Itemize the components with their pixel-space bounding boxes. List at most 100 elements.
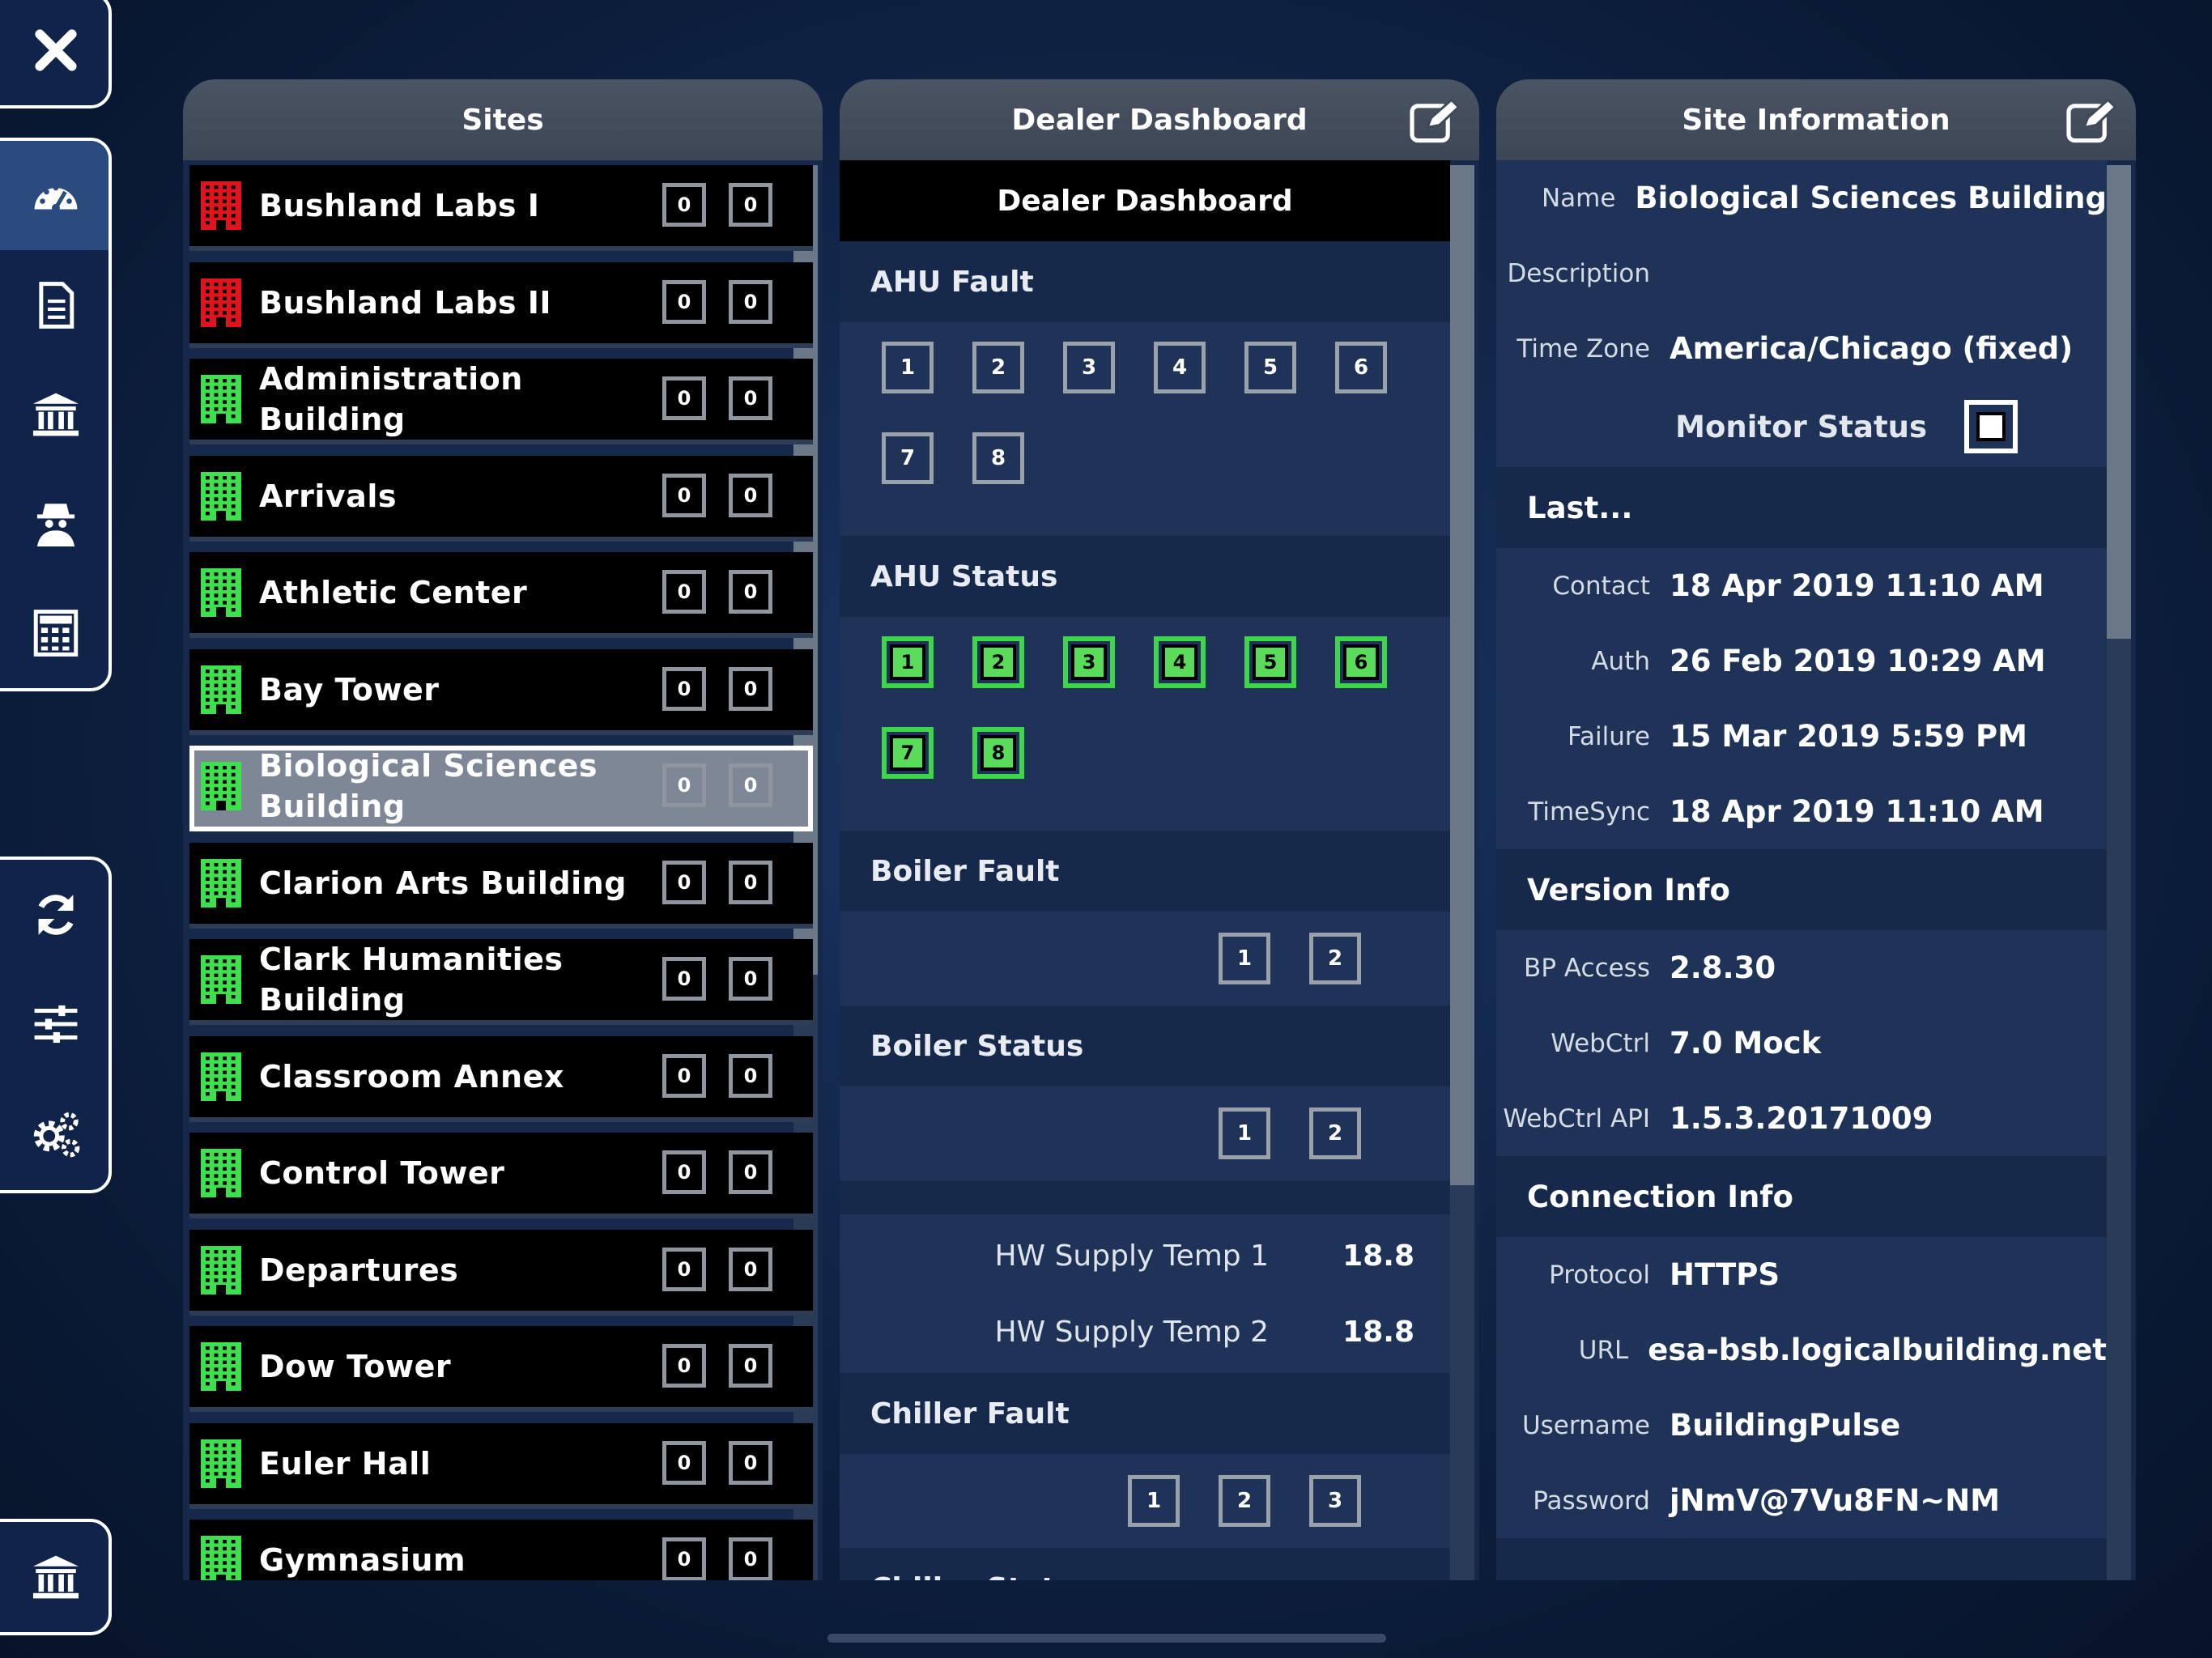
building-status-icon	[201, 1245, 241, 1295]
alarm-count-badge[interactable]: 0	[662, 1247, 706, 1291]
point-indicator[interactable]: 8	[972, 432, 1024, 484]
site-list-item[interactable]: Bushland Labs II 0 0	[189, 261, 813, 348]
point-indicator[interactable]: 2	[1309, 1107, 1361, 1159]
fault-count-badge[interactable]: 0	[729, 1537, 772, 1580]
site-list-item[interactable]: Control Tower 0 0	[189, 1133, 813, 1218]
fault-count-badge[interactable]: 0	[729, 957, 772, 1001]
close-button[interactable]	[0, 0, 108, 105]
info-value: BuildingPulse	[1670, 1408, 1901, 1443]
site-list-item[interactable]: Gymnasium 0 0	[189, 1520, 813, 1580]
alarm-count-badge[interactable]: 0	[662, 1440, 706, 1485]
point-indicator[interactable]: 7	[882, 432, 934, 484]
nav-users[interactable]	[0, 469, 108, 578]
site-list-item[interactable]: Clarion Arts Building 0 0	[189, 842, 813, 929]
fault-count-badge[interactable]: 0	[729, 376, 772, 420]
fault-count-badge[interactable]: 0	[729, 763, 772, 807]
alarm-count-badge[interactable]: 0	[662, 1537, 706, 1580]
fault-count-badge[interactable]: 0	[729, 666, 772, 711]
site-list-item[interactable]: Departures 0 0	[189, 1229, 813, 1316]
nav-dashboard[interactable]	[0, 141, 108, 250]
point-indicator[interactable]: 2	[1309, 933, 1361, 984]
close-icon	[35, 29, 77, 71]
home-indicator[interactable]	[827, 1634, 1386, 1643]
point-indicator[interactable]: 4	[1154, 342, 1206, 393]
status-indicator-on[interactable]: 2	[972, 636, 1024, 688]
fault-count-badge[interactable]: 0	[729, 473, 772, 517]
building-status-icon	[201, 665, 241, 714]
alarm-count-badge[interactable]: 0	[662, 957, 706, 1001]
edit-icon[interactable]	[2065, 99, 2118, 144]
point-indicator[interactable]: 1	[1219, 933, 1270, 984]
fault-count-badge[interactable]: 0	[729, 279, 772, 324]
nav-sites[interactable]	[0, 359, 108, 469]
site-list-item[interactable]: Euler Hall 0 0	[189, 1422, 813, 1509]
site-list-item[interactable]: Dow Tower 0 0	[189, 1326, 813, 1412]
status-indicator-on[interactable]: 7	[882, 727, 934, 779]
fault-count-badge[interactable]: 0	[729, 1344, 772, 1388]
fault-count-badge[interactable]: 0	[729, 570, 772, 614]
nav-reports[interactable]	[0, 250, 108, 359]
site-list-item[interactable]: Athletic Center 0 0	[189, 552, 813, 638]
point-indicator[interactable]: 3	[1309, 1475, 1361, 1527]
refresh-button[interactable]	[0, 860, 108, 969]
site-list-item[interactable]: Classroom Annex 0 0	[189, 1035, 813, 1122]
dashboard-scroll-thumb[interactable]	[1450, 165, 1474, 1185]
alarm-count-badge[interactable]: 0	[662, 1053, 706, 1098]
info-row: Protocol HTTPS	[1496, 1237, 2107, 1312]
alarm-count-badge[interactable]: 0	[662, 279, 706, 324]
status-indicator-on[interactable]: 6	[1335, 636, 1387, 688]
point-indicator[interactable]: 1	[882, 342, 934, 393]
monitor-status-checkbox[interactable]	[1964, 400, 2018, 453]
site-name: Control Tower	[259, 1155, 505, 1191]
point-indicator[interactable]: 1	[1128, 1475, 1180, 1527]
building-columns-icon	[32, 393, 79, 436]
site-list-item[interactable]: Bay Tower 0 0	[189, 648, 813, 735]
point-indicator[interactable]: 1	[1219, 1107, 1270, 1159]
home-sites-button[interactable]	[0, 1522, 108, 1632]
alarm-count-badge[interactable]: 0	[662, 666, 706, 711]
site-list-item[interactable]: Biological Sciences Building 0 0	[189, 746, 813, 831]
site-list-item[interactable]: Bushland Labs I 00	[189, 165, 813, 251]
edit-icon[interactable]	[1408, 99, 1461, 144]
fault-count-badge[interactable]: 0	[729, 1053, 772, 1098]
status-indicator-on[interactable]: 3	[1063, 636, 1115, 688]
fault-count-badge[interactable]: 0	[729, 1150, 772, 1194]
alarm-count-badge[interactable]: 0	[662, 763, 706, 807]
info-group-title: Version Info	[1527, 872, 1730, 908]
site-name: Administration Building	[259, 361, 523, 437]
fault-count-badge[interactable]: 0	[729, 860, 772, 904]
site-list-item[interactable]: Administration Building 0 0	[189, 359, 813, 444]
status-indicator-on[interactable]: 8	[972, 727, 1024, 779]
alarm-count-badge[interactable]: 0	[662, 376, 706, 420]
point-indicator[interactable]: 6	[1335, 342, 1387, 393]
site-name: Gymnasium	[259, 1542, 466, 1578]
info-value: 7.0 Mock	[1670, 1026, 1822, 1061]
site-list-item[interactable]: Arrivals 0 0	[189, 455, 813, 542]
site-name: Dow Tower	[259, 1349, 452, 1384]
filters-button[interactable]	[0, 969, 108, 1078]
alarm-count-badge[interactable]: 0	[662, 183, 706, 227]
alarm-count-badge[interactable]: 0	[662, 860, 706, 904]
fault-count-badge[interactable]: 0	[729, 183, 772, 227]
fault-count-badge[interactable]: 0	[729, 1247, 772, 1291]
alarm-count-badge[interactable]: 0	[662, 1150, 706, 1194]
point-indicator[interactable]: 2	[972, 342, 1024, 393]
info-key: Description	[1507, 258, 1650, 288]
settings-button[interactable]	[0, 1078, 108, 1188]
nav-calculator[interactable]	[0, 578, 108, 687]
status-indicator-on[interactable]: 1	[882, 636, 934, 688]
status-indicator-on[interactable]: 5	[1244, 636, 1296, 688]
alarm-count-badge[interactable]: 0	[662, 473, 706, 517]
status-indicator-on[interactable]: 4	[1154, 636, 1206, 688]
info-group: Contact 18 Apr 2019 11:10 AM Auth 26 Feb 20…	[1496, 548, 2107, 849]
point-indicator[interactable]: 2	[1219, 1475, 1270, 1527]
site-list-item[interactable]: Clark Humanities Building 0 0	[189, 939, 813, 1025]
alarm-count-badge[interactable]: 0	[662, 570, 706, 614]
building-status-icon	[201, 278, 241, 327]
alarm-count-badge[interactable]: 0	[662, 1344, 706, 1388]
fault-count-badge[interactable]: 0	[729, 1440, 772, 1485]
point-indicator[interactable]: 5	[1244, 342, 1296, 393]
site-info-scroll-thumb[interactable]	[2107, 165, 2131, 639]
point-number: 3	[1327, 1489, 1343, 1513]
point-indicator[interactable]: 3	[1063, 342, 1115, 393]
